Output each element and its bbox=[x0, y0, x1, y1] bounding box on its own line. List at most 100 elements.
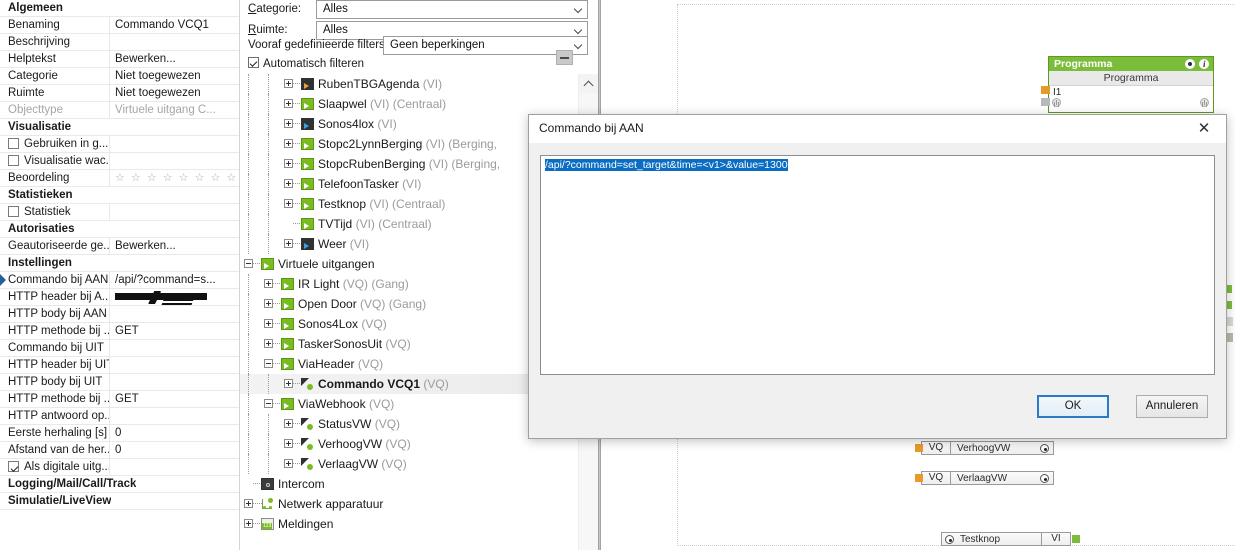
gear-icon[interactable] bbox=[1185, 59, 1195, 69]
collapse-all-button[interactable] bbox=[556, 50, 573, 65]
block-testknop-output-tab[interactable] bbox=[1072, 535, 1080, 543]
tree-node-text: TaskerSonosUit (VQ) bbox=[298, 334, 411, 354]
property-checkbox[interactable] bbox=[8, 461, 19, 472]
tree-node-meta: (VI) bbox=[422, 77, 443, 91]
filter-categorie-select[interactable]: Alles bbox=[316, 0, 588, 19]
property-row[interactable]: Eerste herhaling [s] 0 bbox=[0, 425, 239, 442]
program-block[interactable]: Programma Programma I1 bbox=[1048, 56, 1214, 113]
tree-node[interactable]: Slaapwel (VI) (Centraal) bbox=[240, 94, 578, 114]
tree-node-meta: (VI) bbox=[349, 237, 370, 251]
property-row[interactable]: Categorie Niet toegewezen bbox=[0, 68, 239, 85]
tree-expander[interactable] bbox=[284, 79, 293, 88]
tree-expander[interactable] bbox=[284, 159, 293, 168]
property-value: ☆ ☆ ☆ ☆ ☆ ☆ ☆ ☆ bbox=[110, 170, 239, 186]
tree-expander[interactable] bbox=[284, 179, 293, 188]
tree-expander[interactable] bbox=[264, 359, 273, 368]
tree-expander[interactable] bbox=[284, 459, 293, 468]
tree-guide-line bbox=[248, 434, 250, 454]
ok-button[interactable]: OK bbox=[1037, 395, 1109, 418]
block-verhoogvw-input-tab[interactable] bbox=[915, 444, 923, 452]
tree-node-text: RubenTBGAgenda (VI) bbox=[318, 74, 442, 94]
property-row[interactable]: HTTP methode bij ... GET bbox=[0, 391, 239, 408]
cancel-button[interactable]: Annuleren bbox=[1136, 395, 1208, 418]
tree-expander[interactable] bbox=[264, 339, 273, 348]
property-row[interactable]: Als digitale uitg... bbox=[0, 459, 239, 476]
property-row[interactable]: Geautoriseerde ge... Bewerken... bbox=[0, 238, 239, 255]
scroll-up-arrow-icon[interactable] bbox=[579, 74, 599, 93]
tree-expander[interactable] bbox=[284, 439, 293, 448]
tree-expander[interactable] bbox=[284, 239, 293, 248]
property-checkbox[interactable] bbox=[8, 138, 19, 149]
tree-expander[interactable] bbox=[284, 379, 293, 388]
tree-expander[interactable] bbox=[264, 319, 273, 328]
autofilter-checkbox-row[interactable]: Automatisch filteren bbox=[248, 56, 364, 72]
tree-expander[interactable] bbox=[244, 499, 253, 508]
info-icon[interactable] bbox=[1199, 57, 1209, 71]
tree-node[interactable]: Intercom bbox=[240, 474, 578, 494]
property-row[interactable]: Visualisatie wac... bbox=[0, 153, 239, 170]
property-label: Objecttype bbox=[0, 102, 110, 118]
property-row[interactable]: HTTP body bij AAN bbox=[0, 306, 239, 323]
property-row[interactable]: Afstand van de her... 0 bbox=[0, 442, 239, 459]
autofilter-checkbox[interactable] bbox=[248, 57, 259, 68]
block-input-connector-icon[interactable] bbox=[945, 535, 954, 544]
tree-expander[interactable] bbox=[284, 119, 293, 128]
dialog-footer: OK Annuleren bbox=[529, 384, 1226, 438]
tree-node-text: ViaWebhook (VQ) bbox=[298, 394, 394, 414]
tree-expander[interactable] bbox=[284, 99, 293, 108]
tree-node-text: StopcRubenBerging (VI) (Berging, bbox=[318, 154, 500, 174]
block-verlaagvw[interactable]: VQ VerlaagVW bbox=[921, 471, 1054, 485]
property-row[interactable]: HTTP body bij UIT bbox=[0, 374, 239, 391]
tree-expander[interactable] bbox=[264, 399, 273, 408]
property-checkbox[interactable] bbox=[8, 155, 19, 166]
tree-expander[interactable] bbox=[284, 139, 293, 148]
block-output-connector-icon[interactable] bbox=[1040, 444, 1049, 453]
property-row[interactable]: Beschrijving bbox=[0, 34, 239, 51]
property-row[interactable]: Benaming Commando VCQ1 bbox=[0, 17, 239, 34]
property-row[interactable]: Helptekst Bewerken... bbox=[0, 51, 239, 68]
block-tag-left: VQ bbox=[922, 472, 951, 484]
tree-node[interactable]: VerlaagVW (VQ) bbox=[240, 454, 578, 474]
property-row[interactable]: Gebruiken in g... bbox=[0, 136, 239, 153]
tree-expander[interactable] bbox=[244, 519, 253, 528]
tree-expander[interactable] bbox=[264, 299, 273, 308]
property-row[interactable]: HTTP methode bij ... GET bbox=[0, 323, 239, 340]
tree-expander[interactable] bbox=[264, 279, 273, 288]
property-row[interactable]: Commando bij AAN/api/?command=s... bbox=[0, 272, 239, 289]
virtual-output-icon bbox=[301, 218, 314, 230]
command-textarea[interactable]: /api/?command=set_target&time=<v1>&value… bbox=[540, 155, 1215, 375]
tree-expander[interactable] bbox=[244, 259, 253, 268]
property-row[interactable]: Ruimte Niet toegewezen bbox=[0, 85, 239, 102]
virtual-output-icon bbox=[261, 258, 274, 270]
tree-node[interactable]: Meldingen bbox=[240, 514, 578, 534]
add-input-pin-icon[interactable] bbox=[1052, 98, 1061, 107]
property-row[interactable]: Commando bij UIT bbox=[0, 340, 239, 357]
property-group-label: Logging/Mail/Call/Track bbox=[8, 478, 137, 490]
property-row[interactable]: Objecttype Virtuele uitgang C... bbox=[0, 102, 239, 119]
add-output-pin-icon[interactable] bbox=[1200, 98, 1209, 107]
virtual-output-icon bbox=[281, 318, 294, 330]
property-row[interactable]: HTTP antwoord op... bbox=[0, 408, 239, 425]
property-label: HTTP antwoord op... bbox=[0, 408, 110, 424]
block-verhoogvw[interactable]: VQ VerhoogVW bbox=[921, 441, 1054, 455]
tree-node-meta: (VI) (Berging, bbox=[425, 137, 497, 151]
close-icon[interactable]: ✕ bbox=[1182, 115, 1226, 143]
tree-node[interactable]: RubenTBGAgenda (VI) bbox=[240, 74, 578, 94]
property-row[interactable]: Statistiek bbox=[0, 204, 239, 221]
property-checkbox[interactable] bbox=[8, 206, 19, 217]
program-input-connector[interactable] bbox=[1041, 86, 1050, 94]
tree-node-meta: (VI) (Berging, bbox=[428, 157, 501, 171]
block-testknop[interactable]: Testknop VI bbox=[941, 532, 1071, 546]
command-dialog[interactable]: Commando bij AAN ✕ /api/?command=set_tar… bbox=[528, 114, 1227, 439]
program-block-body: I1 bbox=[1049, 86, 1213, 112]
tree-expander[interactable] bbox=[284, 419, 293, 428]
program-input-connector-2[interactable] bbox=[1041, 98, 1050, 106]
property-row[interactable]: Beoordeling ☆ ☆ ☆ ☆ ☆ ☆ ☆ ☆ bbox=[0, 170, 239, 187]
tree-node-meta: (VQ) bbox=[361, 317, 387, 331]
tree-node[interactable]: Netwerk apparatuur bbox=[240, 494, 578, 514]
tree-expander[interactable] bbox=[284, 199, 293, 208]
block-verlaagvw-input-tab[interactable] bbox=[915, 474, 923, 482]
property-row[interactable]: HTTP header bij UIT bbox=[0, 357, 239, 374]
property-row[interactable]: HTTP header bij A... bbox=[0, 289, 239, 306]
block-output-connector-icon[interactable] bbox=[1040, 474, 1049, 483]
